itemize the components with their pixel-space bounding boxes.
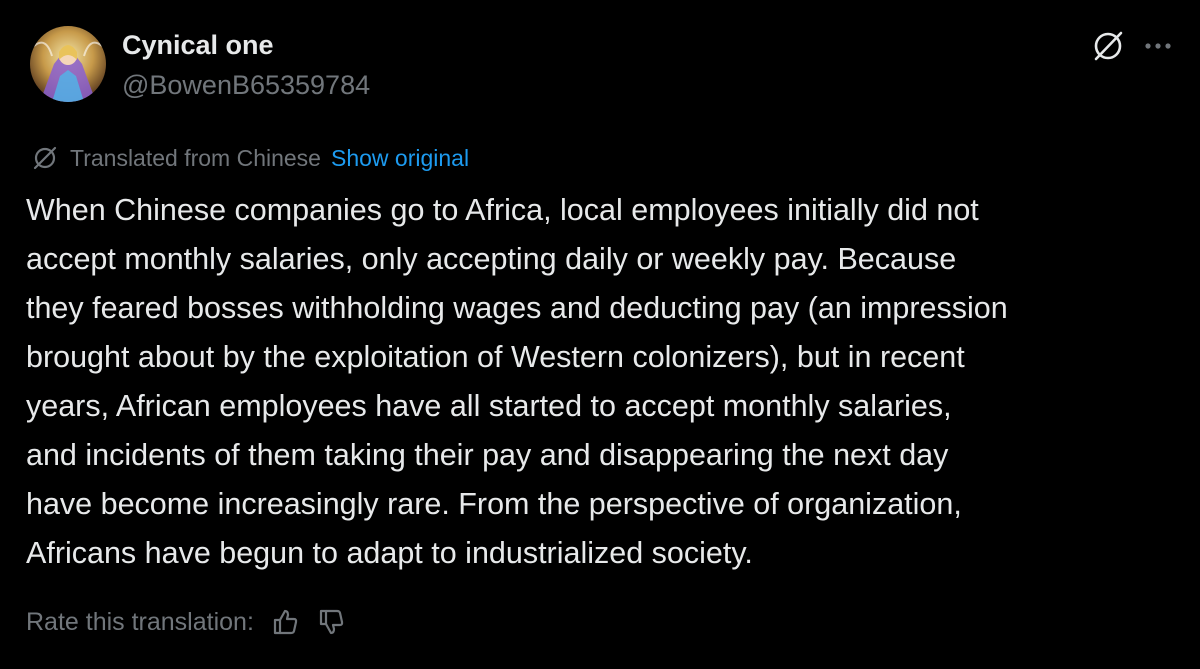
thumbs-down-button[interactable] — [314, 605, 348, 639]
show-original-link[interactable]: Show original — [331, 145, 469, 172]
thumbs-down-icon — [319, 609, 344, 635]
thumbs-up-button[interactable] — [268, 605, 302, 639]
translate-icon — [33, 146, 57, 170]
post-text-line: When Chinese companies go to Africa, loc… — [26, 193, 979, 227]
post-text-line: Africans have begun to adapt to industri… — [26, 536, 753, 570]
avatar[interactable] — [30, 26, 106, 102]
post-text-line: accept monthly salaries, only accepting … — [26, 242, 957, 276]
author-handle[interactable]: @BowenB65359784 — [122, 70, 370, 101]
post-text-line: have become increasingly rare. From the … — [26, 487, 962, 521]
grok-button[interactable] — [1088, 26, 1128, 66]
rate-translation-label: Rate this translation: — [26, 607, 254, 636]
post-text-line: years, African employees have all starte… — [26, 389, 952, 423]
more-options-button[interactable] — [1138, 26, 1178, 66]
avatar-image — [30, 26, 106, 102]
rate-translation: Rate this translation: — [26, 605, 348, 639]
post-body: When Chinese companies go to Africa, loc… — [26, 186, 1186, 578]
translation-notice: Translated from Chinese Show original — [30, 143, 469, 173]
thumbs-up-icon — [273, 609, 298, 635]
post-text-line: and incidents of them taking their pay a… — [26, 438, 949, 472]
post-card: Cynical one @BowenB65359784 Translated f… — [0, 0, 1200, 669]
post-text-line: they feared bosses withholding wages and… — [26, 291, 1008, 325]
post-text-line: brought about by the exploitation of Wes… — [26, 340, 965, 374]
author-display-name[interactable]: Cynical one — [122, 30, 274, 61]
grok-icon — [1094, 31, 1123, 61]
more-options-icon — [1145, 43, 1171, 49]
translation-label: Translated from Chinese — [70, 144, 321, 171]
